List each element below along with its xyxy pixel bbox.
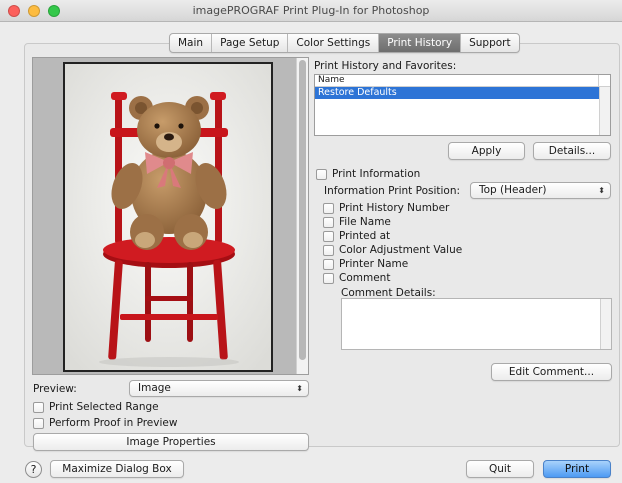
checkbox-box[interactable] — [33, 401, 44, 413]
comment-details-textarea[interactable] — [341, 298, 612, 350]
quit-button[interactable]: Quit — [466, 460, 534, 478]
print-button[interactable]: Print — [543, 460, 611, 478]
help-icon[interactable]: ? — [25, 461, 42, 478]
information-print-position-value: Top (Header) — [479, 184, 547, 196]
option-label: Print History Number — [339, 202, 450, 214]
checkbox-box[interactable] — [323, 216, 334, 228]
comment-checkbox[interactable]: Comment — [323, 272, 390, 284]
preview-scrollbar[interactable] — [296, 58, 308, 374]
image-properties-button[interactable]: Image Properties — [33, 433, 309, 451]
maximize-dialog-button[interactable]: Maximize Dialog Box — [50, 460, 184, 478]
checkbox-box[interactable] — [323, 272, 334, 284]
printed-at-checkbox[interactable]: Printed at — [323, 230, 390, 242]
edit-comment-button[interactable]: Edit Comment... — [491, 363, 612, 381]
popup-arrows-icon: ⬍ — [296, 384, 303, 393]
print-information-label: Print Information — [332, 168, 421, 180]
file-name-checkbox[interactable]: File Name — [323, 216, 391, 228]
checkbox-box[interactable] — [323, 244, 334, 256]
information-print-position-popup[interactable]: Top (Header) ⬍ — [470, 182, 611, 199]
print-selected-range-checkbox[interactable]: Print Selected Range — [33, 401, 159, 413]
checkbox-box[interactable] — [323, 258, 334, 270]
tab-print-history[interactable]: Print History — [379, 34, 462, 52]
information-print-position-label: Information Print Position: — [324, 185, 461, 197]
option-label: Comment — [339, 272, 391, 284]
option-label: Printer Name — [339, 258, 409, 270]
history-list-scrollbar[interactable] — [599, 87, 610, 135]
details-button[interactable]: Details... — [533, 142, 611, 160]
print-selected-range-label: Print Selected Range — [49, 401, 159, 413]
color-adjustment-value-checkbox[interactable]: Color Adjustment Value — [323, 244, 462, 256]
tab-support[interactable]: Support — [461, 34, 519, 52]
option-label: Printed at — [339, 230, 391, 242]
window-title: imagePROGRAF Print Plug-In for Photoshop — [192, 4, 430, 17]
tab-color-settings[interactable]: Color Settings — [288, 34, 380, 52]
list-item[interactable]: Restore Defaults — [315, 87, 610, 99]
print-history-number-checkbox[interactable]: Print History Number — [323, 202, 449, 214]
checkbox-box[interactable] — [316, 168, 327, 180]
list-column-header[interactable]: Name — [315, 75, 610, 87]
printer-name-checkbox[interactable]: Printer Name — [323, 258, 408, 270]
checkbox-box[interactable] — [323, 230, 334, 242]
preview-label: Preview: — [33, 383, 77, 395]
preview-scroll-thumb[interactable] — [299, 60, 306, 360]
checkbox-box[interactable] — [33, 417, 44, 429]
tab-bar: Main Page Setup Color Settings Print His… — [169, 33, 520, 53]
history-list[interactable]: Name Restore Defaults — [314, 74, 611, 136]
window-titlebar: imagePROGRAF Print Plug-In for Photoshop — [0, 0, 622, 22]
zoom-window-icon[interactable] — [48, 5, 60, 17]
close-window-icon[interactable] — [8, 5, 20, 17]
preview-panel — [32, 57, 309, 375]
teddy-bear-on-chair-image — [65, 64, 271, 370]
comment-scrollbar[interactable] — [600, 299, 611, 349]
tab-main[interactable]: Main — [170, 34, 213, 52]
option-label: File Name — [339, 216, 391, 228]
tab-page-setup[interactable]: Page Setup — [212, 34, 289, 52]
print-information-checkbox[interactable]: Print Information — [316, 168, 420, 180]
preview-mode-popup[interactable]: Image ⬍ — [129, 380, 309, 397]
minimize-window-icon[interactable] — [28, 5, 40, 17]
preview-image — [63, 62, 273, 372]
history-title: Print History and Favorites: — [314, 60, 457, 72]
option-label: Color Adjustment Value — [339, 244, 463, 256]
perform-proof-checkbox[interactable]: Perform Proof in Preview — [33, 417, 177, 429]
preview-mode-value: Image — [138, 382, 171, 394]
checkbox-box[interactable] — [323, 202, 334, 214]
perform-proof-label: Perform Proof in Preview — [49, 417, 178, 429]
apply-button[interactable]: Apply — [448, 142, 525, 160]
popup-arrows-icon: ⬍ — [598, 186, 605, 195]
